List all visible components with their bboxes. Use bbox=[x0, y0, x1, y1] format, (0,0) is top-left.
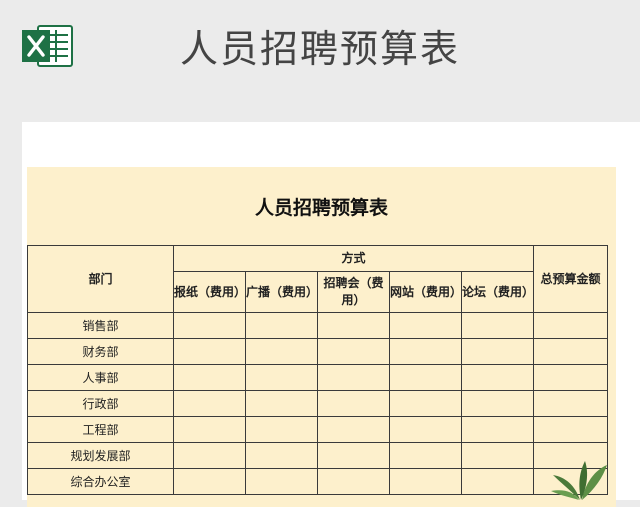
spreadsheet-area: 人员招聘预算表 部门 方式 总预算金额 报纸（费用） 广播（费用） 招聘会（费用… bbox=[27, 167, 616, 507]
table-row: 规划发展部 bbox=[27, 442, 608, 469]
dept-cell[interactable]: 综合办公室 bbox=[27, 468, 174, 495]
budget-cell[interactable] bbox=[461, 364, 534, 391]
table-row: 财务部 bbox=[27, 338, 608, 365]
budget-cell[interactable] bbox=[389, 390, 462, 417]
budget-cell[interactable] bbox=[317, 390, 390, 417]
dept-cell[interactable]: 规划发展部 bbox=[27, 442, 174, 469]
dept-header: 部门 bbox=[27, 245, 174, 313]
spreadsheet-page: 人员招聘预算表 部门 方式 总预算金额 报纸（费用） 广播（费用） 招聘会（费用… bbox=[22, 122, 640, 507]
budget-cell[interactable] bbox=[461, 442, 534, 469]
budget-cell[interactable] bbox=[389, 312, 462, 339]
table-row: 综合办公室 bbox=[27, 468, 608, 495]
budget-cell[interactable] bbox=[461, 338, 534, 365]
method-header: 方式 bbox=[173, 245, 534, 272]
budget-cell[interactable] bbox=[389, 364, 462, 391]
budget-cell[interactable] bbox=[389, 468, 462, 495]
budget-cell[interactable] bbox=[533, 416, 608, 443]
budget-cell[interactable] bbox=[245, 312, 318, 339]
method-newspaper: 报纸（费用） bbox=[173, 271, 246, 313]
dept-cell[interactable]: 行政部 bbox=[27, 390, 174, 417]
budget-cell[interactable] bbox=[173, 312, 246, 339]
total-header: 总预算金额 bbox=[533, 245, 608, 313]
budget-cell[interactable] bbox=[533, 390, 608, 417]
page-title: 人员招聘预算表 bbox=[180, 27, 461, 71]
budget-cell[interactable] bbox=[173, 442, 246, 469]
budget-cell[interactable] bbox=[245, 390, 318, 417]
method-radio: 广播（费用） bbox=[245, 271, 318, 313]
budget-cell[interactable] bbox=[461, 390, 534, 417]
table-row: 工程部 bbox=[27, 416, 608, 443]
budget-cell[interactable] bbox=[317, 312, 390, 339]
budget-cell[interactable] bbox=[317, 442, 390, 469]
budget-cell[interactable] bbox=[245, 442, 318, 469]
budget-cell[interactable] bbox=[461, 312, 534, 339]
budget-cell[interactable] bbox=[173, 468, 246, 495]
budget-cell[interactable] bbox=[173, 338, 246, 365]
budget-cell[interactable] bbox=[533, 364, 608, 391]
budget-cell[interactable] bbox=[533, 338, 608, 365]
budget-cell[interactable] bbox=[461, 416, 534, 443]
budget-cell[interactable] bbox=[245, 338, 318, 365]
budget-cell[interactable] bbox=[317, 338, 390, 365]
excel-icon bbox=[22, 25, 73, 67]
table-row: 销售部 bbox=[27, 312, 608, 339]
budget-cell[interactable] bbox=[317, 416, 390, 443]
budget-cell[interactable] bbox=[389, 442, 462, 469]
budget-table: 部门 方式 总预算金额 报纸（费用） 广播（费用） 招聘会（费用） 网站（费用）… bbox=[27, 245, 608, 495]
header: 人员招聘预算表 bbox=[0, 0, 640, 110]
budget-cell[interactable] bbox=[245, 364, 318, 391]
budget-cell[interactable] bbox=[461, 468, 534, 495]
table-row: 行政部 bbox=[27, 390, 608, 417]
plant-decoration bbox=[551, 461, 607, 500]
table-row: 人事部 bbox=[27, 364, 608, 391]
dept-cell[interactable]: 销售部 bbox=[27, 312, 174, 339]
budget-cell[interactable] bbox=[317, 364, 390, 391]
budget-cell[interactable] bbox=[173, 416, 246, 443]
sheet-title: 人员招聘预算表 bbox=[254, 197, 388, 219]
budget-cell[interactable] bbox=[245, 416, 318, 443]
dept-cell[interactable]: 工程部 bbox=[27, 416, 174, 443]
budget-cell[interactable] bbox=[245, 468, 318, 495]
dept-cell[interactable]: 人事部 bbox=[27, 364, 174, 391]
budget-cell[interactable] bbox=[389, 416, 462, 443]
budget-cell[interactable] bbox=[317, 468, 390, 495]
budget-cell[interactable] bbox=[533, 312, 608, 339]
method-job-fair: 招聘会（费用） bbox=[317, 271, 390, 313]
budget-cell[interactable] bbox=[173, 390, 246, 417]
budget-cell[interactable] bbox=[173, 364, 246, 391]
method-website: 网站（费用） bbox=[389, 271, 462, 313]
budget-cell[interactable] bbox=[389, 338, 462, 365]
method-forum: 论坛（费用） bbox=[461, 271, 534, 313]
dept-cell[interactable]: 财务部 bbox=[27, 338, 174, 365]
